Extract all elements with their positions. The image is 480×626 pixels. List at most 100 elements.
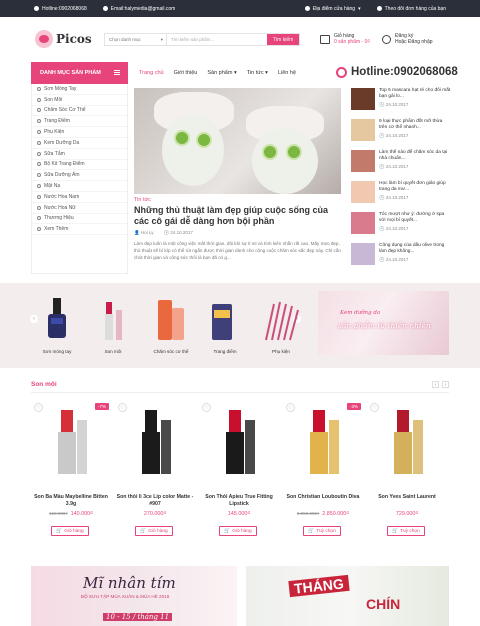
news-title[interactable]: Tóc mượt như ý: đường ở spa với mọi bí q… [379,212,451,224]
old-price: 160.000₫ [49,511,68,516]
product-image[interactable] [199,400,279,484]
news-title[interactable]: Công dụng của dầu olive trong làm đẹp kh… [379,243,451,255]
news-item[interactable]: Học làm bí quyết đơn giản giúp trang da … [351,181,451,211]
sidebar-item[interactable]: Kem Dưỡng Da [32,138,127,149]
product-card[interactable]: ♡ -7% Son Ba Màu Maybelline Bitten 3.9g 160… [31,400,111,540]
news-date: 🕓 24.10.2017 [379,226,409,231]
product-name[interactable]: Son Christian Louboutin Diva [283,494,363,501]
category-menu-toggle[interactable]: DANH MỤC SẢN PHẨM [31,62,128,84]
category-makeup[interactable]: Trang điểm [200,296,250,354]
product-card[interactable]: ♡ Son Thỏi Apieu True Fitting Lipstick 145… [199,400,279,540]
product-card[interactable]: ♡ Son Yves Saint Laurent 729.000₫ 🛒 Tuỳ chọn [367,400,447,540]
chevron-right-icon[interactable]: › [442,381,449,388]
search-input[interactable]: Tìm kiếm sản phẩm... [167,34,267,45]
news-item[interactable]: Công dụng của dầu olive trong làm đẹp kh… [351,243,451,273]
news-thumbnail[interactable] [351,181,375,203]
sidebar-item[interactable]: Phụ Kiện [32,127,127,138]
featured-tag[interactable]: Tin tức [134,197,151,203]
news-thumbnail[interactable] [351,88,375,110]
category-select[interactable]: Chọn danh mục ▾ [105,34,167,45]
stores-link[interactable]: Địa điểm cửa hàng ▾ [304,6,361,12]
sidebar-item[interactable]: Thương Hiệu [32,214,127,225]
category-accessories[interactable]: Phụ kiện [256,296,306,354]
category-nail[interactable]: Sơn móng tay [32,296,82,354]
sidebar-item[interactable]: Sữa Dưỡng Ẩm [32,170,127,182]
news-item[interactable]: Top 5 mascara hạt rẻ cho đôi mắt bạn gái… [351,88,451,118]
sidebar-item[interactable]: Bộ Kit Trang Điểm [32,160,127,171]
date: 🕓 24.10.2017 [163,230,193,235]
product-card[interactable]: ♡ Son thỏi li 3ce Lip color Matte - #907 2… [115,400,195,540]
wishlist-icon[interactable]: ♡ [286,403,295,412]
track-order-link[interactable]: Theo dõi đơn hàng của bạn [376,6,446,12]
wishlist-icon[interactable]: ♡ [370,403,379,412]
featured-title[interactable]: Những thủ thuật làm đẹp giúp cuộc sống c… [134,205,341,227]
menu-about[interactable]: Giới thiệu [174,70,198,76]
add-to-cart-button[interactable]: 🛒 Giỏ hàng [219,526,257,536]
news-title[interactable]: 9 loại thực phẩm đốt mỡ thừa trên cơ thể… [379,119,451,131]
cart[interactable]: Giỏ hàng 0 sản phẩm - 0₫ [320,33,370,45]
sidebar-item-label: Phụ Kiện [44,129,65,136]
promo-banner-skincare[interactable]: Kem dưỡng da sản phẩm từ thiên nhiên [318,291,449,355]
news-title[interactable]: Top 5 mascara hạt rẻ cho đôi mắt bạn gái… [379,88,451,100]
sidebar-item[interactable]: Xem Thêm [32,224,127,236]
product-card[interactable]: ♡ -3% Son Christian Louboutin Diva 2.950.00… [283,400,363,540]
product-image[interactable] [367,400,447,484]
add-to-cart-button[interactable]: 🛒 Giỏ hàng [51,526,89,536]
news-item[interactable]: Làm thế nào để chăm sóc da tại nhà chuẩn… [351,150,451,180]
product-name[interactable]: Son Ba Màu Maybelline Bitten 3.9g [31,494,111,508]
product-name[interactable]: Son thỏi li 3ce Lip color Matte - #907 [115,494,195,508]
news-thumbnail[interactable] [351,150,375,172]
news-item[interactable]: 9 loại thực phẩm đốt mỡ thừa trên cơ thể… [351,119,451,149]
add-to-cart-button[interactable]: 🛒 Tuỳ chọn [387,526,425,536]
category-lipstick[interactable]: Son môi [88,296,138,354]
sidebar-item-label: Trang Điểm [44,118,70,125]
news-item[interactable]: Tóc mượt như ý: đường ở spa với mọi bí q… [351,212,451,242]
news-title[interactable]: Làm thế nào để chăm sóc da tại nhà chuẩn… [379,150,451,162]
sidebar-item[interactable]: Mặt Nạ [32,181,127,192]
promo-banner-september[interactable]: THÁNG CHÍN [246,566,449,626]
menu-home[interactable]: Trang chủ [139,70,164,76]
news-thumbnail[interactable] [351,119,375,141]
wishlist-icon[interactable]: ♡ [202,403,211,412]
product-name[interactable]: Son Yves Saint Laurent [367,494,447,501]
news-thumbnail[interactable] [351,243,375,265]
add-to-cart-button[interactable]: 🛒 Giỏ hàng [135,526,173,536]
search-button[interactable]: Tìm kiếm [267,34,299,45]
promo-banner-purple[interactable]: Mĩ nhân tím BỘ SƯU TẬP MÙA XUÂN & MÙA HÈ… [31,566,237,626]
cart-icon: 🛒 [224,528,231,534]
chevron-left-icon[interactable]: ‹ [432,381,439,388]
news-thumbnail[interactable] [351,212,375,234]
sidebar-item[interactable]: Chăm Sóc Cơ Thể [32,106,127,117]
sidebar-item[interactable]: Sơn Móng Tay [32,84,127,95]
email-link[interactable]: Email:halymedia@gmail.com [102,6,175,12]
product-image[interactable] [283,400,363,484]
sidebar-item[interactable]: Nước Hoa Nam [32,192,127,203]
bullet-icon [37,184,41,189]
product-price: 270.000₫ [115,511,195,517]
hotline-link[interactable]: Hotline:0902068068 [34,6,87,12]
featured-image[interactable] [134,88,341,194]
author-name: Hoi Ly [140,230,154,235]
sidebar-item[interactable]: Nước Hoa Nữ [32,203,127,214]
phone-icon [34,6,39,11]
account[interactable]: Đăng ký Hoặc Đăng nhập [382,33,433,45]
product-name[interactable]: Son Thỏi Apieu True Fitting Lipstick [199,494,279,508]
add-to-cart-button[interactable]: 🛒 Tuỳ chọn [303,526,341,536]
menu-contact[interactable]: Liên hệ [278,70,296,76]
sidebar-item[interactable]: Trang Điểm [32,116,127,128]
bullet-icon [37,151,41,156]
menu-news[interactable]: Tin tức ▾ [247,70,268,76]
lipstick-product-icon [58,410,87,474]
sidebar-item[interactable]: Sữa Tắm [32,149,127,160]
wishlist-icon[interactable]: ♡ [118,403,127,412]
product-image[interactable] [115,400,195,484]
sidebar-item[interactable]: Son Môi [32,95,127,106]
wishlist-icon[interactable]: ♡ [34,403,43,412]
category-body-care[interactable]: Chăm sóc cơ thể [146,296,196,354]
product-price: 729.000₫ [367,511,447,517]
menu-products[interactable]: Sản phẩm ▾ [207,70,236,76]
product-image[interactable] [31,400,111,484]
news-title[interactable]: Học làm bí quyết đơn giản giúp trang da … [379,181,451,193]
logo[interactable]: Picos [35,30,92,48]
login-link[interactable]: Hoặc Đăng nhập [395,39,433,45]
